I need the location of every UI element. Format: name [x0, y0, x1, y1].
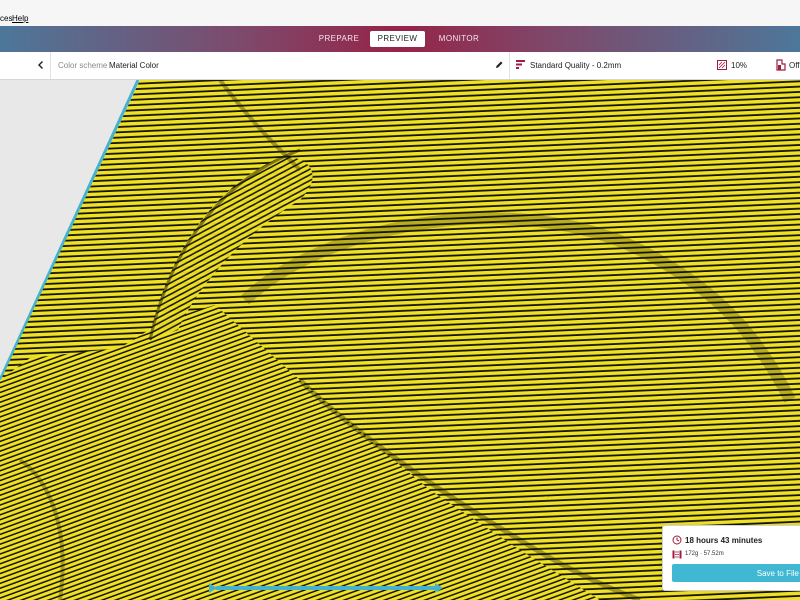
stage-header: PREPARE PREVIEW MONITOR [0, 26, 800, 52]
view-toolbar: Color scheme Material Color Standard Qua… [0, 52, 800, 80]
tab-monitor[interactable]: MONITOR [430, 31, 488, 47]
menu-bar: ces Help [0, 0, 800, 26]
quality-profile-selector[interactable]: Standard Quality - 0.2mm [530, 61, 621, 70]
toolbar-divider [50, 52, 51, 79]
layer-slider-start-handle[interactable] [209, 583, 217, 593]
color-scheme-label: Color scheme [58, 61, 108, 70]
menu-preferences[interactable]: ces [0, 14, 12, 23]
layer-slider-track[interactable] [215, 586, 437, 590]
color-scheme-dropdown[interactable]: Material Color [109, 61, 159, 70]
infill-icon [717, 60, 727, 70]
layer-slider[interactable] [209, 583, 443, 593]
material-usage: 172g · 57.52m [685, 551, 724, 557]
tab-preview[interactable]: PREVIEW [370, 31, 425, 47]
3d-viewport[interactable]: 18 hours 43 minutes 172g · 57.52m Save t… [0, 80, 800, 600]
print-time-estimate: 18 hours 43 minutes [685, 536, 763, 545]
filament-spool-icon [672, 550, 682, 559]
chevron-left-icon[interactable] [35, 58, 47, 72]
cura-window: ces Help PREPARE PREVIEW MONITOR Color s… [0, 0, 800, 600]
clock-icon [672, 535, 682, 545]
toolbar-divider [509, 52, 510, 79]
menu-help[interactable]: Help [12, 14, 28, 23]
sliced-model-preview [0, 80, 800, 600]
print-info-panel: 18 hours 43 minutes 172g · 57.52m Save t… [662, 525, 800, 591]
infill-value[interactable]: 10% [731, 61, 747, 70]
support-value[interactable]: Off [789, 61, 800, 70]
save-to-file-button[interactable]: Save to File [672, 564, 800, 582]
tab-prepare[interactable]: PREPARE [312, 31, 366, 47]
pencil-icon[interactable] [494, 60, 504, 70]
quality-profile-icon [516, 60, 526, 70]
layer-slider-end-handle[interactable] [435, 583, 443, 593]
support-icon [776, 59, 786, 71]
